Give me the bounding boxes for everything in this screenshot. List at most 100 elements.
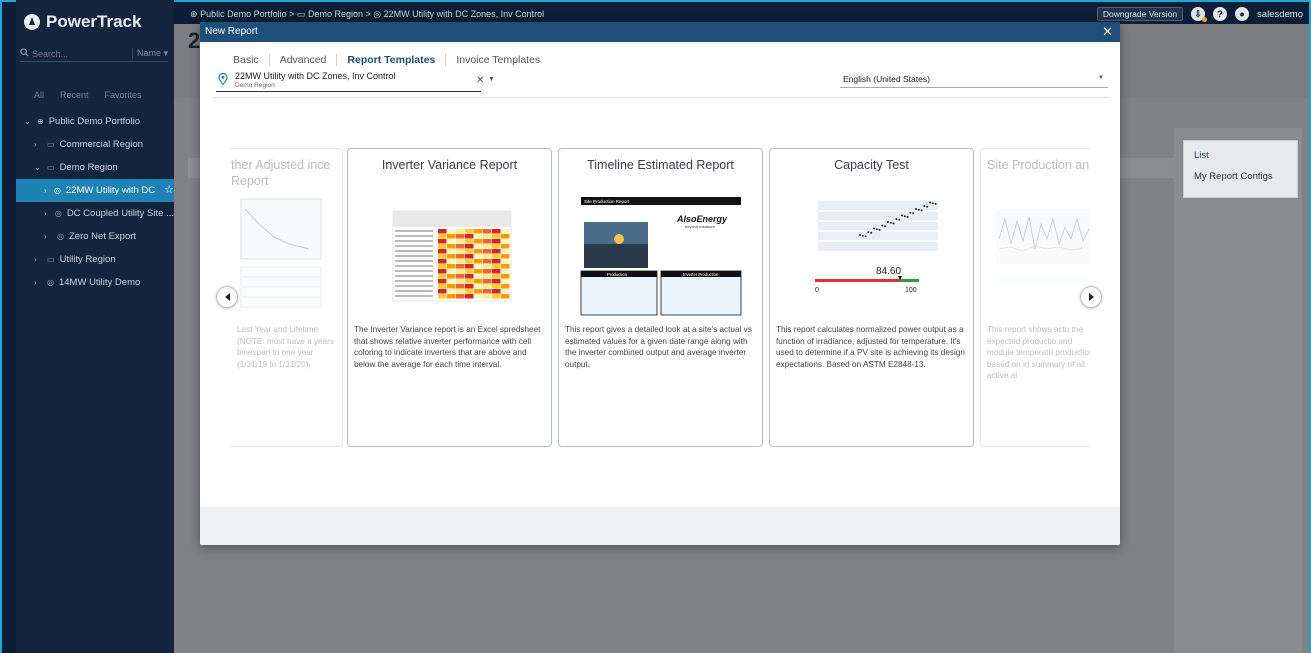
scatter-point [889,221,892,224]
heatmap-cell [474,274,483,279]
tree-item-utility-region[interactable]: › ▭ Utility Region [16,248,174,271]
heatmap-row-label [395,295,433,297]
heatmap-cell [474,249,483,254]
search-mode-label: Name [136,48,161,58]
search-mode-select[interactable]: Name ▾ [131,48,168,59]
heatmap-cell [447,229,456,234]
site-select-region: Demo Region [235,82,275,89]
heatmap-cell [474,244,483,249]
tree-item-portfolio[interactable]: ⌄ ⊕ Public Demo Portfolio [16,110,174,133]
heatmap-cell [447,274,456,279]
heatmap-cell [492,294,501,299]
heatmap-row-label [395,270,433,272]
breadcrumb-region[interactable]: Demo Region [308,9,363,19]
tree-item-label: Demo Region [59,162,118,173]
heatmap-cell [501,234,510,239]
language-select[interactable]: English (United States) ▼ [840,70,1108,88]
sidebar: PowerTrack Name ▾ All Recent Favorites ⌄… [16,0,174,653]
site-tree: ⌄ ⊕ Public Demo Portfolio › ▭ Commercial… [16,110,174,294]
close-icon[interactable]: ✕ [1102,22,1113,42]
card-description: This report gives a detailed look at a s… [565,325,752,369]
scatter-point [895,218,898,221]
scatter-point [903,215,906,218]
heatmap-row-label [395,290,433,292]
downgrade-version-button[interactable]: Downgrade Version [1096,7,1184,21]
my-report-configs-link[interactable]: My Report Configs [1194,171,1273,182]
tree-item-label: Zero Net Export [68,231,137,242]
heatmap-row-label [395,260,433,262]
tab-invoice-templates[interactable]: Invoice Templates [446,54,550,66]
breadcrumb: ⊕ Public Demo Portfolio > ▭ Demo Region … [190,9,544,20]
star-icon[interactable]: ☆ [164,179,174,202]
user-icon[interactable]: ● [1235,7,1250,21]
heatmap-cell [483,264,492,269]
tab-advanced[interactable]: Advanced [270,54,338,66]
chevron-down-icon[interactable]: ▼ [488,76,495,83]
notifications-icon[interactable]: ⇩ [1191,7,1208,22]
location-pin-icon: ◎ [53,186,61,195]
site-select[interactable]: 22MW Utility with DC Zones, Inv Control … [216,70,495,92]
heatmap-cell [483,239,492,244]
tree-item-commercial-region[interactable]: › ▭ Commercial Region [16,133,174,156]
username[interactable]: salesdemo [1257,9,1303,20]
modal-header: New Report ✕ [200,22,1120,42]
tab-basic[interactable]: Basic [233,54,270,66]
breadcrumb-site[interactable]: 22MW Utility with DC Zones, Inv Control [384,9,545,19]
tab-favorites[interactable]: Favorites [105,90,142,100]
thumb-heading: Site Production Report [584,199,630,204]
gauge-max: 100 [905,287,917,294]
heatmap-cell [447,264,456,269]
heatmap-cell [501,274,510,279]
scatter-point [934,202,937,205]
help-icon[interactable]: ? [1213,7,1228,21]
card-title: Inverter Variance Report [381,158,518,172]
breadcrumb-separator: > [365,9,371,19]
template-card-weather-adjusted[interactable]: ther Adjusted ince Report Last Year and … [230,148,343,447]
heatmap-cell [492,229,501,234]
heatmap-cell [483,249,492,254]
heatmap-row-label [395,245,433,247]
thumb-production-heading: Production [607,272,628,277]
template-card-capacity-test[interactable]: Capacity Test 84.60 0 100 This report ca… [769,148,974,447]
heatmap-cell [501,284,510,289]
tab-recent[interactable]: Recent [60,90,89,100]
tree-item-22mw-utility[interactable]: › ◎ 22MW Utility with DC ☆ [16,179,174,202]
scatter-point [887,221,889,223]
clear-icon[interactable]: ✕ [476,75,484,86]
heatmap-cell [492,269,501,274]
heatmap-cell [465,269,474,274]
tree-item-label: 14MW Utility Demo [58,277,141,288]
brand[interactable]: PowerTrack [24,12,141,32]
search-input[interactable] [32,48,132,59]
template-card-site-production[interactable]: Site Production an Rep This report shows… [980,148,1090,447]
heatmap-cell [501,269,510,274]
tab-all[interactable]: All [34,90,44,100]
heatmap-cell [483,234,492,239]
modal-title: New Report [205,26,258,37]
scatter-point [906,215,909,218]
chevron-right-icon: › [34,255,37,264]
tab-report-templates[interactable]: Report Templates [337,54,447,66]
breadcrumb-portfolio[interactable]: Public Demo Portfolio [200,9,287,19]
site-select-value: 22MW Utility with DC Zones, Inv Control [235,71,396,81]
template-card-inverter-variance[interactable]: Inverter Variance Report The Inverter Va… [347,148,552,447]
scatter-point [929,201,931,204]
tree-item-14mw-utility[interactable]: › ◎ 14MW Utility Demo [16,271,174,294]
tree-item-dc-coupled[interactable]: › ◎ DC Coupled Utility Site ... [16,202,174,225]
heatmap-cell [474,289,483,294]
scatter-point [912,212,915,215]
scatter-point [867,231,870,234]
heatmap-cell [438,289,447,294]
heatmap-cell [456,259,465,264]
carousel-prev-button[interactable] [216,286,238,308]
language-select-value: English (United States) [843,74,930,84]
carousel-next-button[interactable] [1080,286,1102,308]
heatmap-cell [465,254,474,259]
template-card-timeline-estimated[interactable]: Timeline Estimated Report Site Productio… [558,148,763,447]
tree-item-demo-region[interactable]: ⌄ ▭ Demo Region [16,156,174,179]
new-report-modal: New Report ✕ Basic Advanced Report Templ… [200,22,1120,545]
heatmap-cell [438,279,447,284]
tree-item-zero-net-export[interactable]: › ◎ Zero Net Export [16,225,174,248]
filter-tabs: All Recent Favorites [34,90,142,100]
heatmap-cell [438,284,447,289]
